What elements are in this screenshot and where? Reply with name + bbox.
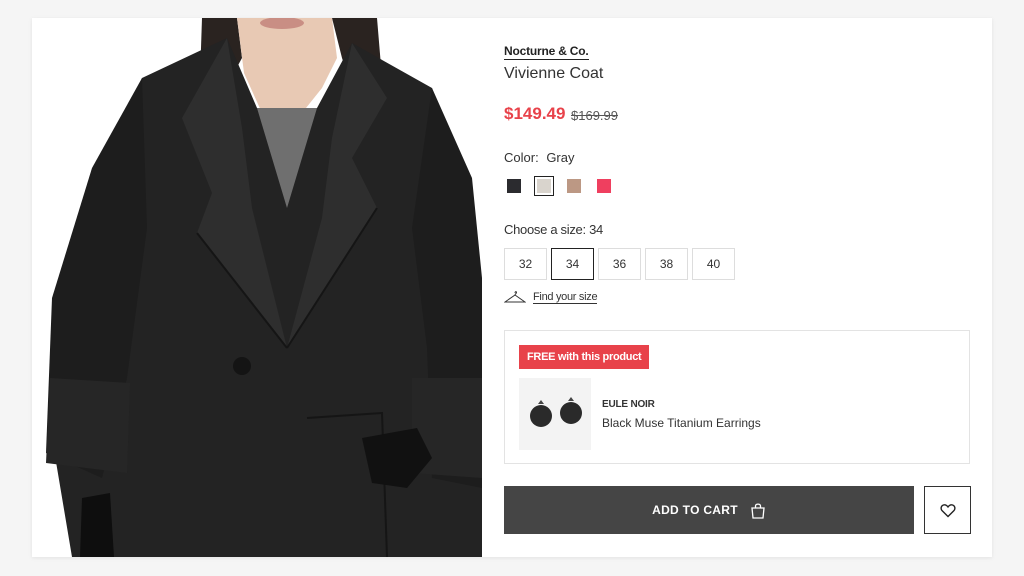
swatch-black[interactable] <box>504 176 524 196</box>
size-label: Choose a size: 34 <box>504 222 603 237</box>
heart-icon <box>939 503 956 517</box>
gift-item-thumbnail[interactable] <box>519 378 591 450</box>
add-to-cart-label: ADD TO CART <box>652 503 738 517</box>
size-option-34[interactable]: 34 <box>551 248 594 280</box>
product-image[interactable] <box>32 18 482 557</box>
shopping-bag-icon <box>751 502 765 519</box>
wishlist-button[interactable] <box>924 486 971 534</box>
free-gift-badge: FREE with this product <box>519 345 650 369</box>
selected-color-value: Gray <box>546 150 575 165</box>
brand-link[interactable]: Nocturne & Co. <box>504 44 589 60</box>
size-option-32[interactable]: 32 <box>504 248 547 280</box>
free-gift-box: FREE with this product EULE NOIR Black M… <box>504 330 970 464</box>
gift-item-name[interactable]: Black Muse Titanium Earrings <box>602 416 761 430</box>
swatch-pink[interactable] <box>594 176 614 196</box>
coat-illustration <box>32 18 482 557</box>
size-option-36[interactable]: 36 <box>598 248 641 280</box>
color-label-row: Color: Gray <box>504 150 574 165</box>
swatch-tan[interactable] <box>564 176 584 196</box>
size-option-40[interactable]: 40 <box>692 248 735 280</box>
add-to-cart-button[interactable]: ADD TO CART <box>504 486 914 534</box>
color-label: Color: <box>504 150 539 165</box>
hanger-icon <box>504 291 526 303</box>
original-price: $169.99 <box>571 108 618 123</box>
swatch-gray[interactable] <box>534 176 554 196</box>
find-size-link[interactable]: Find your size <box>504 290 598 304</box>
product-card: Nocturne & Co. Vivienne Coat $149.49 $16… <box>32 18 992 557</box>
gift-item-brand: EULE NOIR <box>602 399 655 410</box>
product-info-panel: Nocturne & Co. Vivienne Coat $149.49 $16… <box>504 18 974 557</box>
earrings-image <box>530 397 582 427</box>
product-title: Vivienne Coat <box>504 65 604 82</box>
color-swatches <box>504 176 624 196</box>
sale-price: $149.49 <box>504 104 566 123</box>
size-selector: 32 34 36 38 40 <box>504 248 739 280</box>
find-size-label: Find your size <box>533 290 598 304</box>
size-option-38[interactable]: 38 <box>645 248 688 280</box>
